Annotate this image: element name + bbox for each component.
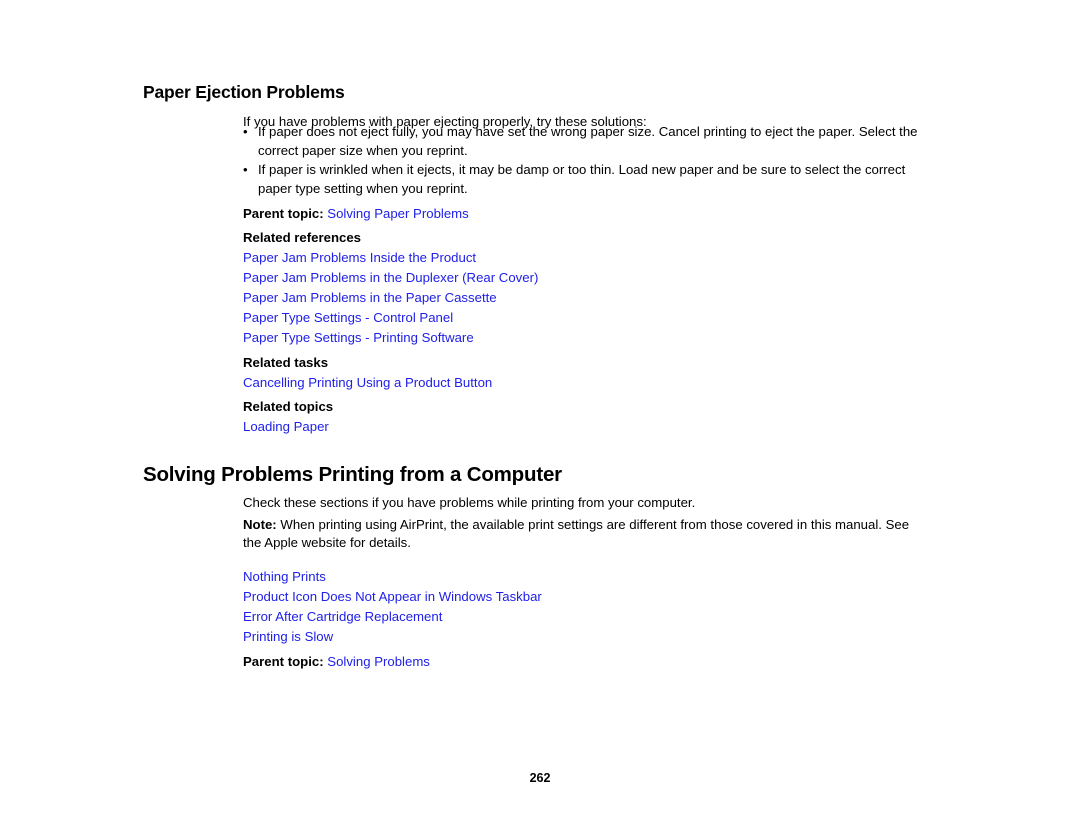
related-topic-link[interactable]: Loading Paper — [243, 418, 329, 436]
related-tasks-label: Related tasks — [243, 355, 329, 370]
related-references-label: Related references — [243, 230, 362, 245]
subtopic-link[interactable]: Nothing Prints — [243, 568, 326, 586]
section-2-intro-paragraph: Check these sections if you have problem… — [243, 495, 696, 511]
related-task-link[interactable]: Cancelling Printing Using a Product Butt… — [243, 374, 492, 392]
related-reference-link[interactable]: Paper Type Settings - Control Panel — [243, 309, 453, 327]
document-page: Paper Ejection Problems If you have prob… — [0, 0, 1080, 834]
subtopic-link[interactable]: Error After Cartridge Replacement — [243, 608, 442, 626]
list-item-text: If paper does not eject fully, you may h… — [258, 124, 918, 158]
parent-topic-link[interactable]: Solving Problems — [327, 654, 430, 669]
related-topics-label: Related topics — [243, 399, 334, 414]
parent-topic-label: Parent topic: — [243, 654, 324, 669]
note-paragraph: Note: When printing using AirPrint, the … — [243, 516, 923, 552]
parent-topic-line: Parent topic: Solving Paper Problems — [243, 205, 469, 223]
parent-topic-label: Parent topic: — [243, 206, 324, 221]
note-text: When printing using AirPrint, the availa… — [243, 517, 910, 550]
note-label: Note: — [243, 517, 277, 532]
subtopic-link[interactable]: Printing is Slow — [243, 628, 333, 646]
related-reference-link[interactable]: Paper Type Settings - Printing Software — [243, 329, 474, 347]
parent-topic-line: Parent topic: Solving Problems — [243, 653, 430, 671]
list-item: • If paper does not eject fully, you may… — [243, 123, 935, 160]
related-reference-link[interactable]: Paper Jam Problems in the Paper Cassette — [243, 289, 497, 307]
subtopic-link[interactable]: Product Icon Does Not Appear in Windows … — [243, 588, 542, 606]
section-heading-paper-ejection-problems: Paper Ejection Problems — [143, 81, 345, 102]
related-reference-link[interactable]: Paper Jam Problems in the Duplexer (Rear… — [243, 269, 538, 287]
page-number: 262 — [529, 771, 551, 785]
related-reference-link[interactable]: Paper Jam Problems Inside the Product — [243, 249, 476, 267]
list-item-text: If paper is wrinkled when it ejects, it … — [258, 162, 906, 196]
list-item: • If paper is wrinkled when it ejects, i… — [243, 161, 923, 198]
parent-topic-link[interactable]: Solving Paper Problems — [327, 206, 468, 221]
section-heading-solving-problems-printing-from-a-computer: Solving Problems Printing from a Compute… — [143, 462, 562, 486]
bullet-icon: • — [243, 124, 248, 139]
bullet-icon: • — [243, 162, 248, 177]
